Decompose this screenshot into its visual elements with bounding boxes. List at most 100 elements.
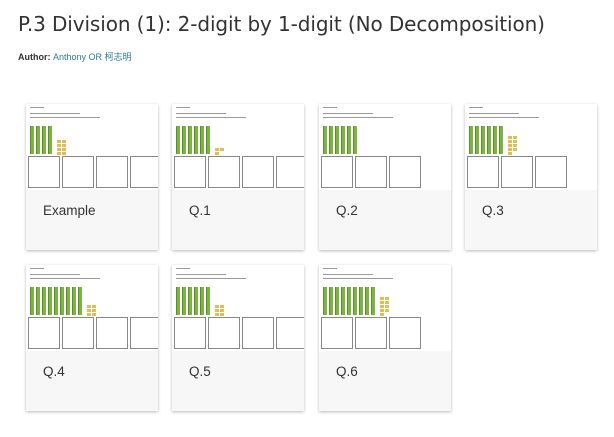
ten-rod xyxy=(353,287,357,315)
ten-rod xyxy=(475,126,479,154)
card-label: Q.2 xyxy=(336,203,358,218)
ones-cubes xyxy=(87,305,91,316)
ten-rod xyxy=(60,287,64,315)
one-cube xyxy=(385,297,389,300)
card-label: Example xyxy=(43,203,96,218)
one-cube xyxy=(513,148,517,151)
ten-rod xyxy=(359,287,363,315)
one-cube xyxy=(380,301,384,304)
tens-rods xyxy=(323,126,357,154)
ten-rod xyxy=(206,126,210,154)
tens-rods xyxy=(30,287,82,315)
worksheet-card[interactable]: Q.2 xyxy=(319,104,451,250)
ones-cubes xyxy=(215,305,219,316)
one-cube xyxy=(380,313,384,316)
answer-boxes xyxy=(28,156,158,188)
ten-rod xyxy=(347,287,351,315)
ten-rod xyxy=(54,287,58,315)
answer-box xyxy=(208,156,240,188)
thumbnail-text-line xyxy=(323,268,337,269)
one-cube xyxy=(380,297,384,300)
answer-box xyxy=(174,317,206,349)
one-cube xyxy=(92,305,96,308)
ten-rod xyxy=(66,287,70,315)
answer-boxes xyxy=(28,317,158,349)
thumbnail-text-line xyxy=(30,278,100,279)
answer-box xyxy=(242,156,274,188)
ten-rod xyxy=(323,287,327,315)
ten-rod xyxy=(182,126,186,154)
ten-rod xyxy=(499,126,503,154)
one-cube xyxy=(215,148,219,151)
card-label: Q.6 xyxy=(336,364,358,379)
thumbnail-text-line xyxy=(30,107,44,108)
author-label: Author: xyxy=(18,52,51,62)
thumbnail-text-line xyxy=(323,113,373,114)
thumbnail-text-line xyxy=(323,107,337,108)
answer-box xyxy=(174,156,206,188)
one-cube xyxy=(380,305,384,308)
thumbnail-text-line xyxy=(30,117,100,118)
answer-boxes xyxy=(174,156,304,188)
ten-rod xyxy=(469,126,473,154)
ones-cubes xyxy=(513,136,517,151)
worksheet-thumbnail xyxy=(172,265,304,351)
one-cube xyxy=(513,144,517,147)
ten-rod xyxy=(30,126,34,154)
ten-rod xyxy=(487,126,491,154)
ten-rod xyxy=(329,126,333,154)
ten-rod xyxy=(200,126,204,154)
ten-rod xyxy=(188,287,192,315)
card-label: Q.5 xyxy=(189,364,211,379)
ten-rod xyxy=(335,126,339,154)
thumbnail-text-line xyxy=(176,278,246,279)
answer-box xyxy=(355,156,387,188)
ten-rod xyxy=(347,126,351,154)
ten-rod xyxy=(200,287,204,315)
ten-rod xyxy=(329,287,333,315)
author-line: Author: Anthony OR 柯志明 xyxy=(18,50,132,63)
answer-boxes xyxy=(321,156,421,188)
answer-box xyxy=(96,156,128,188)
ones-cubes xyxy=(220,305,224,316)
ten-rod xyxy=(206,287,210,315)
worksheet-card[interactable]: Q.3 xyxy=(465,104,597,250)
answer-box xyxy=(28,156,60,188)
one-cube xyxy=(508,144,512,147)
one-cube xyxy=(508,152,512,155)
one-cube xyxy=(508,148,512,151)
page-title: P.3 Division (1): 2-digit by 1-digit (No… xyxy=(18,12,545,36)
answer-box xyxy=(389,317,421,349)
worksheet-card[interactable]: Q.4 xyxy=(26,265,158,411)
tens-rods xyxy=(30,126,52,154)
worksheet-card[interactable]: Q.6 xyxy=(319,265,451,411)
ten-rod xyxy=(78,287,82,315)
ten-rod xyxy=(481,126,485,154)
thumbnail-text-line xyxy=(323,117,393,118)
worksheet-thumbnail xyxy=(172,104,304,190)
answer-box xyxy=(62,156,94,188)
worksheet-card[interactable]: Example xyxy=(26,104,158,250)
one-cube xyxy=(57,148,61,151)
worksheet-card[interactable]: Q.5 xyxy=(172,265,304,411)
thumbnail-text-line xyxy=(176,113,226,114)
ten-rod xyxy=(176,287,180,315)
one-cube xyxy=(508,136,512,139)
worksheet-card[interactable]: Q.1 xyxy=(172,104,304,250)
one-cube xyxy=(215,309,219,312)
ten-rod xyxy=(48,126,52,154)
answer-box xyxy=(62,317,94,349)
ten-rod xyxy=(365,287,369,315)
ten-rod xyxy=(72,287,76,315)
one-cube xyxy=(385,309,389,312)
one-cube xyxy=(215,305,219,308)
one-cube xyxy=(508,140,512,143)
card-label: Q.1 xyxy=(189,203,211,218)
worksheet-thumbnail xyxy=(319,104,451,190)
worksheet-thumbnail xyxy=(465,104,597,190)
author-link[interactable]: Anthony OR 柯志明 xyxy=(53,52,132,62)
one-cube xyxy=(380,309,384,312)
ones-cubes xyxy=(220,148,224,151)
answer-box xyxy=(321,156,353,188)
worksheet-thumbnail xyxy=(319,265,451,351)
